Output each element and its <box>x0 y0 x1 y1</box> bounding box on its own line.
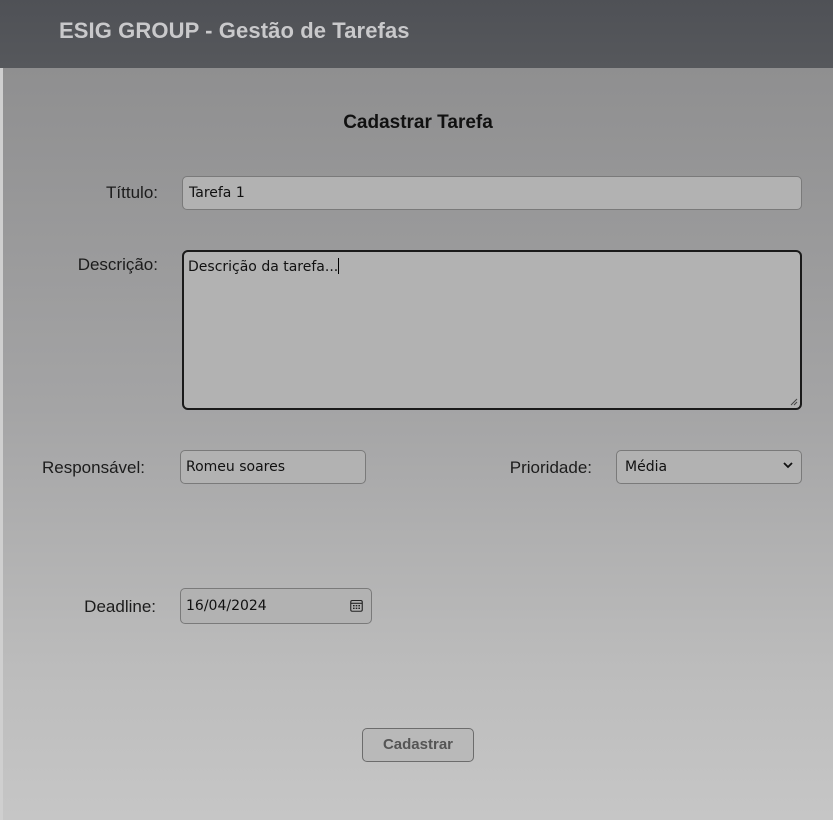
form-title: Cadastrar Tarefa <box>343 112 493 133</box>
description-label: Descrição: <box>77 255 158 274</box>
priority-label: Prioridade: <box>509 458 592 477</box>
chevron-down-icon <box>783 462 793 469</box>
resize-grip-icon[interactable] <box>790 398 798 406</box>
responsible-label: Responsável: <box>41 458 145 477</box>
description-text: Descrição da tarefa... <box>188 259 339 275</box>
deadline-label: Deadline: <box>84 597 156 616</box>
submit-button[interactable]: Cadastrar <box>362 728 474 762</box>
responsible-input[interactable]: Romeu soares <box>180 450 366 484</box>
title-label: Títtulo: <box>106 183 158 202</box>
priority-select[interactable]: Média <box>616 450 802 484</box>
app-header: ESIG GROUP - Gestão de Tarefas <box>0 0 833 68</box>
calendar-icon[interactable] <box>350 599 363 612</box>
responsible-input-value: Romeu soares <box>186 459 286 475</box>
description-textarea[interactable]: Descrição da tarefa... <box>182 250 802 410</box>
title-input-value: Tarefa 1 <box>189 185 245 201</box>
deadline-date-input[interactable]: 16/04/2024 <box>180 588 372 624</box>
text-caret <box>338 258 340 274</box>
deadline-value: 16/04/2024 <box>186 598 267 614</box>
app-title: ESIG GROUP - Gestão de Tarefas <box>59 18 410 43</box>
priority-selected-value: Média <box>625 459 668 475</box>
title-input[interactable]: Tarefa 1 <box>182 176 802 210</box>
